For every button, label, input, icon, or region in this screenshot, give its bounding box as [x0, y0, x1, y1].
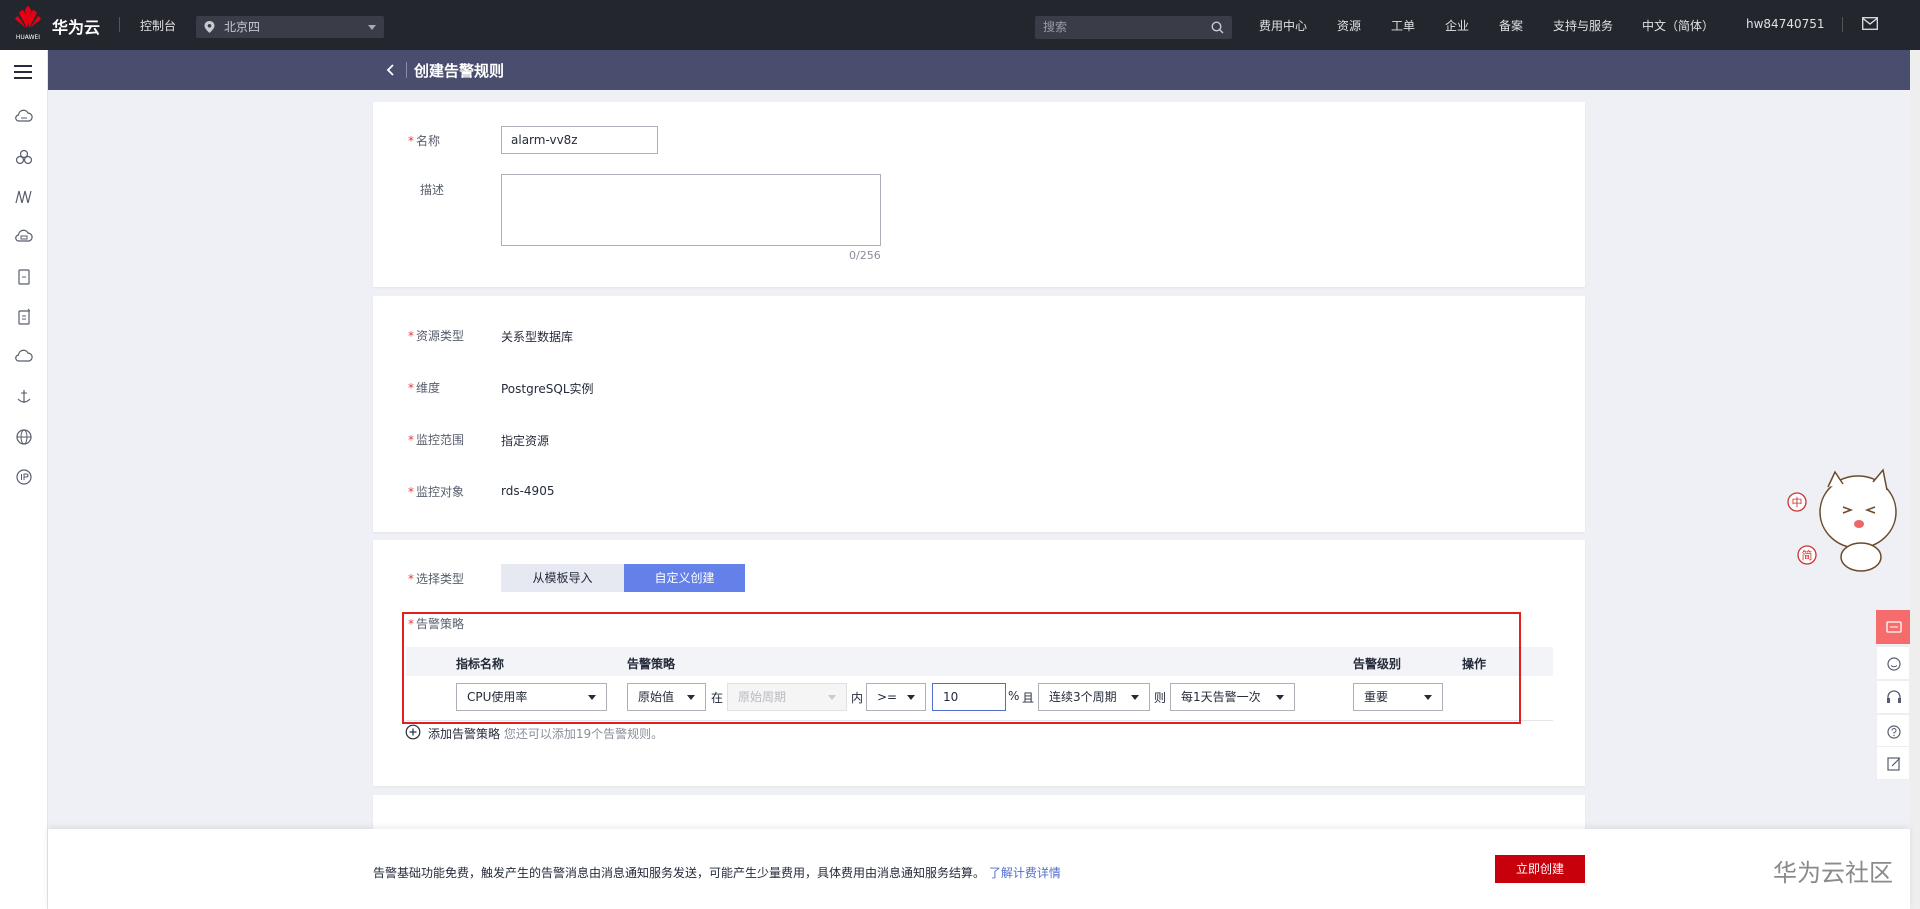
- mascot-badge-2: 简: [1802, 548, 1813, 562]
- chevron-down-icon: [368, 25, 376, 30]
- dimension-label: * 维度: [408, 381, 441, 395]
- clipboard-icon[interactable]: [14, 307, 34, 327]
- chat-icon: [1886, 621, 1902, 633]
- region-selector[interactable]: 北京四: [196, 16, 384, 38]
- add-policy-link[interactable]: 添加告警策略 您还可以添加19个告警规则。: [428, 725, 663, 742]
- service-sidebar: [0, 50, 48, 909]
- add-policy-hint: 您还可以添加19个告警规则。: [503, 727, 664, 741]
- template-import-option[interactable]: 从模板导入: [501, 564, 624, 592]
- nav-support[interactable]: 支持与服务: [1553, 17, 1613, 34]
- create-now-button[interactable]: 立即创建: [1495, 855, 1585, 883]
- billing-details-link[interactable]: 了解计费详情: [989, 866, 1061, 880]
- cloud-database-icon[interactable]: [14, 227, 34, 247]
- region-label: 北京四: [224, 20, 261, 34]
- help-button[interactable]: [1876, 714, 1910, 748]
- feedback-button[interactable]: [1876, 610, 1910, 644]
- headset-icon: [1887, 690, 1901, 703]
- divider: [1842, 17, 1843, 32]
- page-header: 创建告警规则: [48, 50, 1910, 90]
- brand-name[interactable]: 华为云: [52, 14, 100, 38]
- page-title: 创建告警规则: [414, 62, 505, 80]
- footer-bar: 告警基础功能免费，触发产生的告警消息由消息通知服务发送，可能产生少量费用，具体费…: [48, 829, 1910, 909]
- ip-icon[interactable]: [14, 467, 34, 487]
- divider: [406, 62, 407, 78]
- cloud-icon[interactable]: [14, 347, 34, 367]
- divider: [119, 17, 120, 32]
- cloud-group-icon[interactable]: [14, 147, 34, 167]
- resource-type-label: * 资源类型: [408, 329, 465, 343]
- nav-enterprise[interactable]: 企业: [1445, 17, 1469, 34]
- anchor-icon[interactable]: [14, 387, 34, 407]
- nav-language[interactable]: 中文（简体）: [1642, 17, 1714, 34]
- description-textarea[interactable]: [501, 174, 881, 246]
- page-scrollbar[interactable]: [1910, 50, 1920, 909]
- cloud-server-icon[interactable]: [14, 107, 34, 127]
- task-button[interactable]: [1876, 746, 1910, 780]
- support-button[interactable]: [1876, 680, 1910, 714]
- billing-notice: 告警基础功能免费，触发产生的告警消息由消息通知服务发送，可能产生少量费用，具体费…: [373, 866, 1061, 880]
- help-icon: [1887, 725, 1901, 739]
- name-label: * 名称: [408, 134, 441, 148]
- description-counter: 0/256: [849, 249, 881, 262]
- scope-label: * 监控范围: [408, 433, 465, 447]
- nav-username[interactable]: hw84740751: [1746, 17, 1825, 31]
- console-link[interactable]: 控制台: [140, 17, 176, 34]
- huawei-logo-icon: [15, 6, 41, 28]
- logo-text: HUAWEI: [15, 34, 41, 41]
- location-pin-icon: [204, 21, 215, 33]
- nav-resources[interactable]: 资源: [1337, 17, 1361, 34]
- mascot-badge-1: 中: [1792, 496, 1803, 509]
- search-placeholder: 搜索: [1043, 20, 1068, 34]
- name-input[interactable]: alarm-vv8z: [501, 126, 658, 154]
- edit-icon: [1887, 757, 1901, 771]
- document-icon[interactable]: [14, 267, 34, 287]
- custom-create-option[interactable]: 自定义创建: [624, 564, 745, 592]
- huawei-logo[interactable]: HUAWEI: [8, 6, 48, 44]
- add-circle-icon[interactable]: [405, 724, 421, 740]
- target-value: rds-4905: [501, 484, 555, 498]
- resource-type-value: 关系型数据库: [501, 330, 574, 344]
- watermark: 华为云社区: [1773, 859, 1893, 887]
- description-label: 描述: [420, 183, 445, 197]
- smile-button[interactable]: [1876, 646, 1910, 680]
- select-type-label: * 选择类型: [408, 572, 465, 586]
- top-navbar: HUAWEI 华为云 控制台 北京四 搜索 费用中心 资源 工单 企业 备案 支…: [0, 0, 1920, 50]
- globe-icon[interactable]: [14, 427, 34, 447]
- back-arrow-icon[interactable]: [382, 60, 400, 80]
- target-label: * 监控对象: [408, 485, 465, 499]
- dimension-value: PostgreSQL实例: [501, 382, 594, 396]
- nav-tickets[interactable]: 工单: [1391, 17, 1415, 34]
- mail-icon[interactable]: [1862, 17, 1878, 30]
- scope-value: 指定资源: [501, 434, 550, 448]
- mascot-helper-icon[interactable]: 中 简: [1783, 462, 1903, 574]
- highlight-box: [402, 612, 1521, 724]
- search-icon[interactable]: [1211, 21, 1224, 34]
- network-icon[interactable]: [14, 187, 34, 207]
- menu-icon[interactable]: [14, 65, 32, 80]
- search-input[interactable]: 搜索: [1035, 16, 1232, 39]
- nav-billing[interactable]: 费用中心: [1259, 17, 1307, 34]
- smile-icon: [1887, 657, 1901, 671]
- nav-filing[interactable]: 备案: [1499, 17, 1523, 34]
